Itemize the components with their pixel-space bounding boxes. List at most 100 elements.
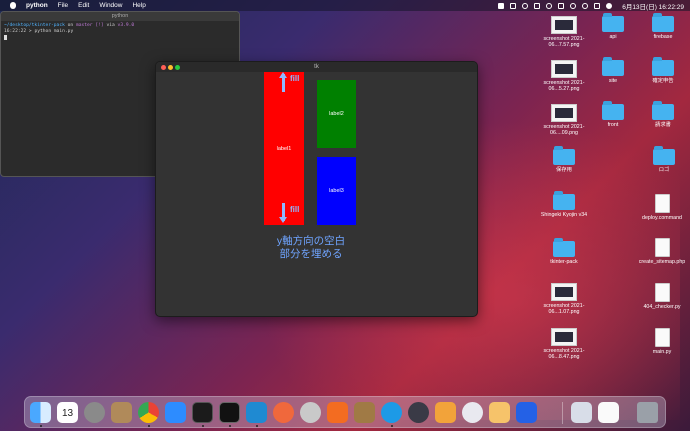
menu-window[interactable]: Window	[99, 2, 122, 9]
label2: label2	[317, 80, 356, 148]
fill-up-arrow-icon	[279, 72, 287, 92]
desktop-folder-kakutei[interactable]: 確定申告	[638, 57, 688, 84]
apple-menu-icon[interactable]	[10, 2, 16, 9]
desktop-screenshot-2[interactable]: screenshot 2021-06...5.27.png	[539, 60, 589, 92]
vscode-icon[interactable]	[246, 402, 267, 423]
desktop-screenshot-5[interactable]: screenshot 2021-06...8.47.png	[539, 328, 589, 360]
label3: label3	[317, 157, 356, 225]
terminal-line-3	[4, 35, 236, 43]
image-thumbnail-icon	[551, 16, 577, 34]
desktop-item-label: deploy.command	[642, 215, 682, 221]
menu-clock[interactable]: 6月13日(日) 16:22:29	[622, 1, 684, 11]
terminal-icon[interactable]	[192, 402, 213, 423]
quicktime-icon[interactable]	[408, 402, 429, 423]
battery-icon[interactable]	[558, 2, 565, 9]
folder-icon	[652, 57, 674, 76]
desktop-item-label: site	[608, 78, 618, 84]
github-icon[interactable]	[462, 402, 483, 423]
terminal-path: ~/desktop/tkinter-pack	[4, 23, 65, 28]
desktop-item-label: screenshot 2021-06...7.57.png	[543, 36, 585, 48]
desktop-item-label: tkinter-pack	[550, 259, 578, 265]
archive-icon[interactable]	[354, 402, 375, 423]
safari-icon[interactable]	[273, 402, 294, 423]
tk-titlebar[interactable]: tk	[156, 62, 477, 72]
user-icon[interactable]	[546, 2, 553, 9]
sourcetree-icon[interactable]	[435, 402, 456, 423]
chrome-icon[interactable]	[138, 402, 159, 423]
system-preferences-icon[interactable]	[84, 402, 105, 423]
tk-window-title: tk	[314, 64, 319, 70]
dropbox-icon[interactable]	[498, 2, 505, 9]
terminal-via: via	[106, 23, 115, 28]
upload-icon[interactable]	[534, 2, 541, 9]
desktop-folder-shingeki[interactable]: Shingeki Kyojin v34	[539, 191, 589, 218]
docker-icon[interactable]	[381, 402, 402, 423]
folder-icon	[553, 191, 575, 210]
desktop-file-deploy[interactable]: deploy.command	[637, 194, 687, 221]
terminal-git-status: [!]	[95, 23, 104, 28]
desktop-file-sitemap[interactable]: create_sitemap.php	[637, 238, 687, 265]
desktop-item-label: screenshot 2021-06...5.27.png	[543, 80, 585, 92]
desktop-item-label: firebase	[653, 34, 673, 40]
siri-icon[interactable]	[606, 2, 613, 9]
menu-help[interactable]: Help	[132, 2, 145, 9]
trash-icon[interactable]	[637, 402, 658, 423]
desktop-item-label: screenshot 2021-06...8.47.png	[543, 348, 585, 360]
desktop-folder-site[interactable]: site	[588, 57, 638, 84]
desktop-folder-seikyu[interactable]: 請求書	[638, 101, 688, 128]
desktop-folder-firebase[interactable]: firebase	[638, 13, 688, 40]
python-file-icon	[654, 328, 670, 347]
desktop-item-label: screenshot 2021-06...1.07.png	[543, 303, 585, 315]
desktop-screenshot-1[interactable]: screenshot 2021-06...7.57.png	[539, 16, 589, 48]
menu-edit[interactable]: Edit	[78, 2, 89, 9]
photo-icon[interactable]	[489, 402, 510, 423]
desktop-item-label: api	[609, 34, 617, 40]
finder-icon[interactable]	[30, 402, 51, 423]
image-thumbnail-icon	[551, 328, 577, 346]
running-indicator	[202, 425, 204, 427]
analytics-icon[interactable]	[327, 402, 348, 423]
display-icon[interactable]	[510, 2, 517, 9]
folder-icon	[553, 238, 575, 257]
desktop-screenshot-3[interactable]: screenshot 2021-06....09.png	[539, 104, 589, 136]
wifi-icon[interactable]	[570, 2, 577, 9]
desktop-item-label: 請求書	[655, 122, 671, 128]
app-folder-icon[interactable]	[111, 402, 132, 423]
desktop-item-label: screenshot 2021-06....09.png	[543, 124, 585, 136]
terminal-command: python main.py	[34, 29, 74, 34]
terminal-2-icon[interactable]	[219, 402, 240, 423]
desktop-item-label: main.py	[652, 349, 672, 355]
desktop-screenshot-4[interactable]: screenshot 2021-06...1.07.png	[539, 283, 589, 315]
terminal-titlebar[interactable]: python	[1, 12, 239, 21]
menu-bar: python File Edit Window Help 6月13日(日) 16…	[0, 0, 690, 11]
zoom-icon[interactable]	[165, 402, 186, 423]
annotation-line-1: y軸方向の空白	[276, 235, 346, 247]
desktop-file-main-py[interactable]: main.py	[637, 328, 687, 355]
menu-app-name[interactable]: python	[26, 2, 48, 9]
terminal-body[interactable]: ~/desktop/tkinter-pack on master [!] via…	[1, 21, 239, 45]
desktop-file-404-checker[interactable]: 404_checker.py	[637, 283, 687, 310]
script-file-icon	[654, 194, 670, 213]
menu-file[interactable]: File	[58, 2, 68, 9]
database-icon[interactable]	[300, 402, 321, 423]
folder-icon	[652, 13, 674, 32]
infinity-icon[interactable]	[516, 402, 537, 423]
control-center-icon[interactable]	[594, 2, 601, 9]
desktop-folder-api[interactable]: api	[588, 13, 638, 40]
folder-icon	[602, 13, 624, 32]
desktop-folder-tkinter-pack[interactable]: tkinter-pack	[539, 238, 589, 265]
folder-icon	[653, 146, 675, 165]
tk-window[interactable]: tk label1 label2 label3 fill fill y軸方向の空…	[155, 61, 478, 317]
desktop-folder-hozon[interactable]: 保存用	[539, 146, 589, 173]
sync-icon[interactable]	[522, 2, 529, 9]
terminal-python-version: v3.9.0	[117, 23, 135, 28]
folder-icon	[652, 101, 674, 120]
document-icon[interactable]	[598, 402, 619, 423]
calendar-icon[interactable]: 13	[57, 402, 78, 423]
folder-icon	[602, 101, 624, 120]
spotlight-icon[interactable]	[582, 2, 589, 9]
desktop-folder-logo[interactable]: ロゴ	[639, 146, 689, 173]
desktop-folder-front[interactable]: front	[588, 101, 638, 128]
running-indicator	[148, 425, 150, 427]
preview-icon[interactable]	[571, 402, 592, 423]
